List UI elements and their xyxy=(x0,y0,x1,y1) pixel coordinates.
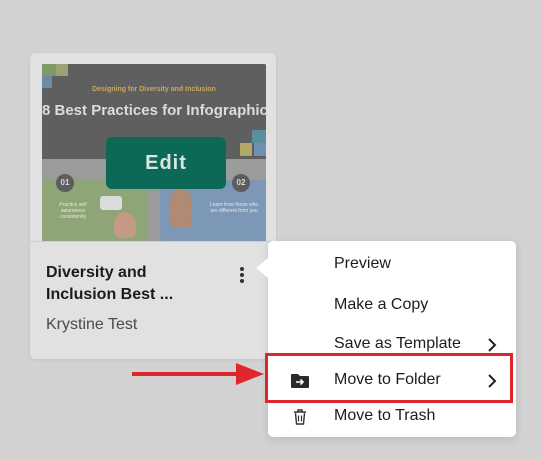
menu-item-label: Move to Trash xyxy=(334,407,436,424)
design-thumbnail[interactable]: Designing for Diversity and Inclusion 8 … xyxy=(42,64,266,241)
design-card[interactable]: Designing for Diversity and Inclusion 8 … xyxy=(30,53,276,359)
menu-item-label: Preview xyxy=(334,255,391,272)
thumbnail-subtitle: Designing for Diversity and Inclusion xyxy=(92,86,216,93)
trash-icon xyxy=(294,409,306,425)
context-menu: Preview Make a Copy Save as Template Mov… xyxy=(256,241,516,437)
annotation-arrow-icon xyxy=(132,363,264,385)
panel-1-number: 01 xyxy=(56,174,74,192)
panel-2-number: 02 xyxy=(232,174,250,192)
menu-item-label: Save as Template xyxy=(334,335,461,352)
edit-button[interactable]: Edit xyxy=(106,137,226,189)
speech-bubble-icon xyxy=(100,196,122,210)
thumbnail-panel-2: 02 Learn from those who are different fr… xyxy=(160,174,266,241)
menu-item-label: Make a Copy xyxy=(334,296,429,313)
menu-caret xyxy=(256,258,268,278)
thumbnail-panel-1: 01 Practice self awareness consistently xyxy=(42,174,147,241)
annotation-highlight-box xyxy=(265,353,513,403)
menu-item-move-to-trash[interactable]: Move to Trash xyxy=(268,399,516,435)
thumbnail-title: 8 Best Practices for Infographics xyxy=(42,102,266,119)
kebab-icon[interactable] xyxy=(232,265,252,285)
chevron-right-icon xyxy=(488,338,497,352)
panel-1-text: Practice self awareness consistently xyxy=(59,202,87,220)
menu-item-preview[interactable]: Preview xyxy=(268,247,516,283)
person-illustration-icon xyxy=(114,212,136,238)
menu-item-make-a-copy[interactable]: Make a Copy xyxy=(268,288,516,324)
card-owner: Krystine Test xyxy=(46,316,138,333)
panel-2-text: Learn from those who are different from … xyxy=(209,202,259,214)
person-illustration-icon xyxy=(170,188,192,228)
card-divider xyxy=(30,241,276,242)
card-title[interactable]: Diversity and Inclusion Best ... xyxy=(46,262,206,306)
